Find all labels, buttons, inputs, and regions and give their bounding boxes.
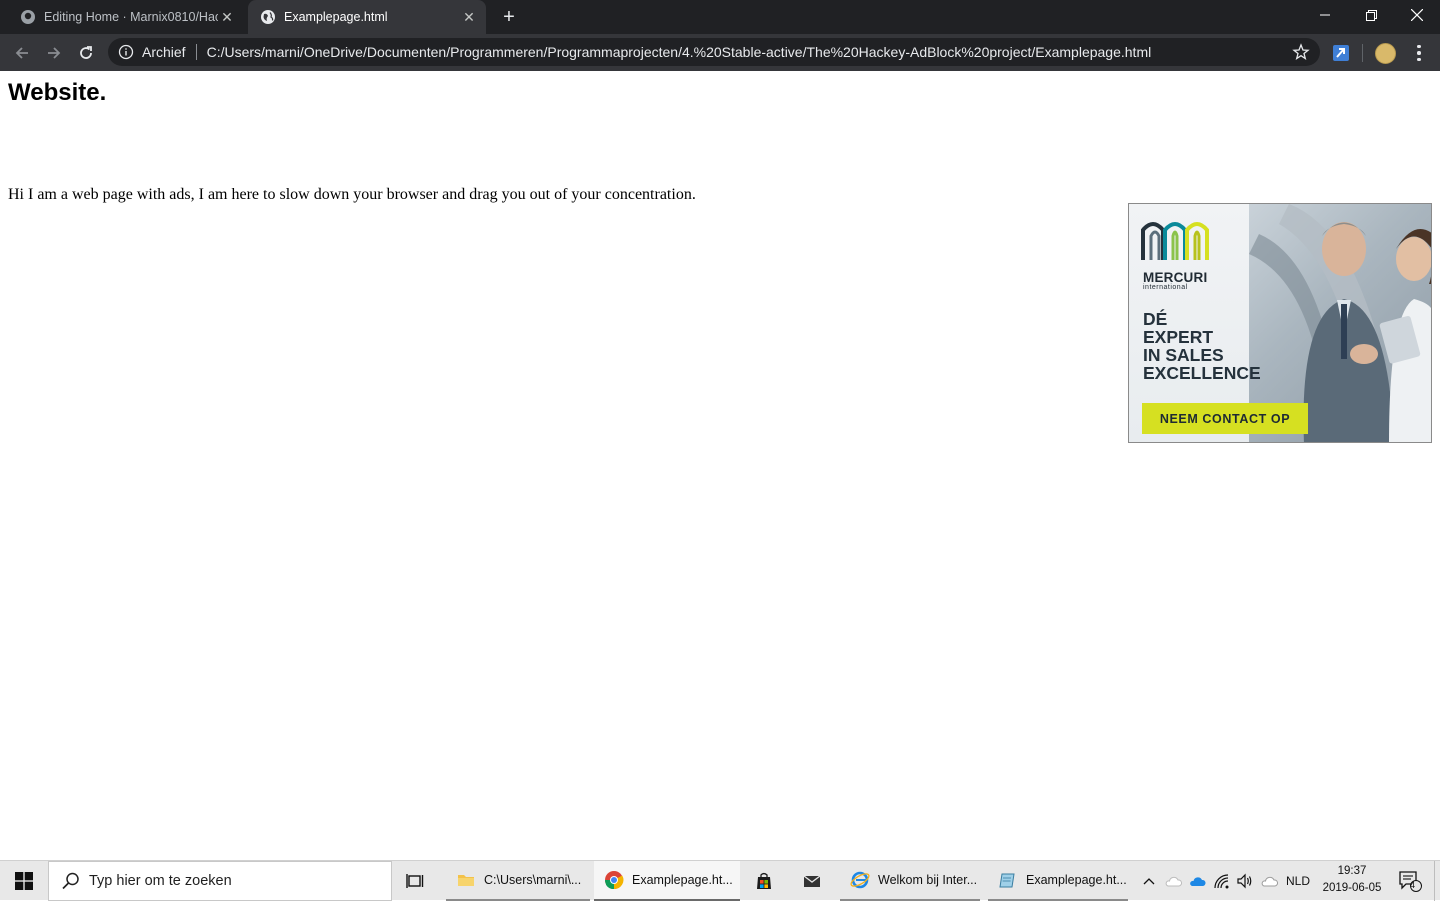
new-tab-button[interactable]: + (498, 6, 520, 28)
cloud-icon (1165, 876, 1182, 887)
wifi-icon (1214, 874, 1229, 889)
ad-headline: DÉ EXPERT IN SALES EXCELLENCE (1143, 310, 1283, 382)
mail-icon (803, 875, 821, 887)
arrow-left-icon (15, 47, 28, 59)
mercuri-logo-icon (1141, 222, 1209, 260)
taskbar-app-label: Examplepage.ht... (632, 873, 733, 887)
reload-icon (80, 46, 92, 59)
close-icon (1411, 9, 1423, 21)
tab-title: Editing Home · Marnix0810/Hack (44, 10, 218, 24)
clock-time: 19:37 (1337, 865, 1367, 877)
taskbar-app-label: C:\Users\marni\... (484, 873, 582, 887)
url-text[interactable]: C:/Users/marni/OneDrive/Documenten/Progr… (207, 44, 1152, 60)
restore-button[interactable] (1348, 0, 1394, 30)
reload-button[interactable] (72, 39, 100, 67)
site-info-label[interactable]: Archief (142, 44, 186, 60)
cloud-icon (1261, 876, 1278, 887)
omnibox-separator (195, 44, 197, 60)
onedrive-personal-tray[interactable] (1162, 861, 1184, 901)
taskbar-clock[interactable]: 19:37 2019-06-05 (1312, 863, 1392, 899)
close-icon[interactable]: ✕ (218, 8, 236, 26)
chevron-up-icon (1143, 878, 1155, 885)
restore-icon (1365, 9, 1377, 21)
input-language-indicator[interactable]: NLD (1282, 861, 1314, 901)
forward-button[interactable] (40, 39, 68, 67)
web-page-content: Website. Hi I am a web page with ads, I … (0, 71, 1440, 860)
extension-icon[interactable] (1331, 43, 1351, 63)
arrow-right-icon (48, 47, 61, 59)
taskbar-app-store[interactable] (744, 861, 788, 901)
folder-icon (458, 875, 474, 886)
windows-logo-icon (15, 872, 33, 890)
page-heading: Website. (8, 79, 107, 106)
language-label: NLD (1285, 874, 1310, 888)
browser-menu-button[interactable] (1410, 43, 1428, 63)
action-center-button[interactable]: 4 (1392, 861, 1428, 901)
advertisement-banner[interactable]: MERCURI international DÉ EXPERT IN SALES… (1128, 203, 1432, 443)
minimize-button[interactable] (1302, 0, 1348, 30)
ad-headline-line: EXPERT (1143, 327, 1214, 347)
speaker-icon (1237, 873, 1252, 889)
taskbar-app-label: Examplepage.ht... (1026, 873, 1127, 887)
page-paragraph: Hi I am a web page with ads, I am here t… (8, 186, 696, 203)
notepad-icon (999, 873, 1015, 888)
tab-github-editing[interactable]: Editing Home · Marnix0810/Hack ✕ (8, 0, 244, 34)
start-button[interactable] (0, 861, 48, 901)
ad-brand-name: MERCURI (1143, 270, 1208, 285)
tab-title: Examplepage.html (284, 10, 388, 24)
address-bar[interactable]: Archief C:/Users/marni/OneDrive/Document… (108, 38, 1320, 66)
taskbar-app-internet-explorer[interactable]: Welkom bij Inter... (840, 861, 980, 901)
volume-tray[interactable] (1234, 861, 1256, 901)
onedrive-tray[interactable] (1186, 861, 1208, 901)
show-hidden-icons-button[interactable] (1138, 861, 1160, 901)
clock-date: 2019-06-05 (1322, 882, 1382, 894)
profile-avatar[interactable] (1375, 43, 1396, 64)
taskbar-search-box[interactable]: Typ hier om te zoeken (48, 861, 392, 901)
notification-count: 4 (1410, 880, 1416, 890)
task-view-button[interactable] (400, 861, 432, 901)
taskbar-app-mail[interactable] (792, 861, 836, 901)
internet-explorer-icon (850, 871, 870, 889)
tab-examplepage[interactable]: Examplepage.html ✕ (248, 0, 486, 34)
browser-toolbar: Archief C:/Users/marni/OneDrive/Document… (0, 34, 1440, 71)
taskbar-app-label: Welkom bij Inter... (878, 873, 978, 887)
cloud-sync-tray[interactable] (1258, 861, 1280, 901)
github-icon (21, 10, 35, 24)
ad-contact-button[interactable]: NEEM CONTACT OP (1142, 403, 1308, 434)
task-view-icon (406, 874, 424, 888)
network-tray[interactable] (1210, 861, 1234, 901)
show-desktop-button[interactable] (1434, 861, 1440, 901)
taskbar-app-notepad[interactable]: Examplepage.ht... (988, 861, 1128, 901)
info-icon[interactable] (118, 44, 134, 60)
windows-taskbar: Typ hier om te zoeken C:\Users\marni\...… (0, 860, 1440, 901)
ad-headline-line: EXCELLENCE (1143, 363, 1261, 383)
chrome-icon (605, 871, 624, 890)
back-button[interactable] (8, 39, 36, 67)
search-icon (62, 872, 79, 890)
taskbar-app-chrome[interactable]: Examplepage.ht... (594, 861, 740, 901)
close-icon[interactable]: ✕ (460, 8, 478, 26)
minimize-icon (1320, 14, 1330, 16)
toolbar-separator (1362, 44, 1363, 62)
browser-tab-strip: Editing Home · Marnix0810/Hack ✕ Example… (0, 0, 1440, 34)
globe-icon (261, 10, 275, 24)
taskbar-app-file-explorer[interactable]: C:\Users\marni\... (446, 861, 590, 901)
search-placeholder: Typ hier om te zoeken (89, 873, 232, 889)
close-window-button[interactable] (1394, 0, 1440, 30)
ad-headline-line: IN SALES (1143, 345, 1224, 365)
bookmark-star-icon[interactable] (1292, 43, 1310, 61)
cloud-icon (1190, 877, 1206, 886)
store-icon (757, 872, 771, 889)
ad-brand-subtitle: international (1143, 284, 1188, 291)
ad-headline-line: DÉ (1143, 309, 1168, 329)
